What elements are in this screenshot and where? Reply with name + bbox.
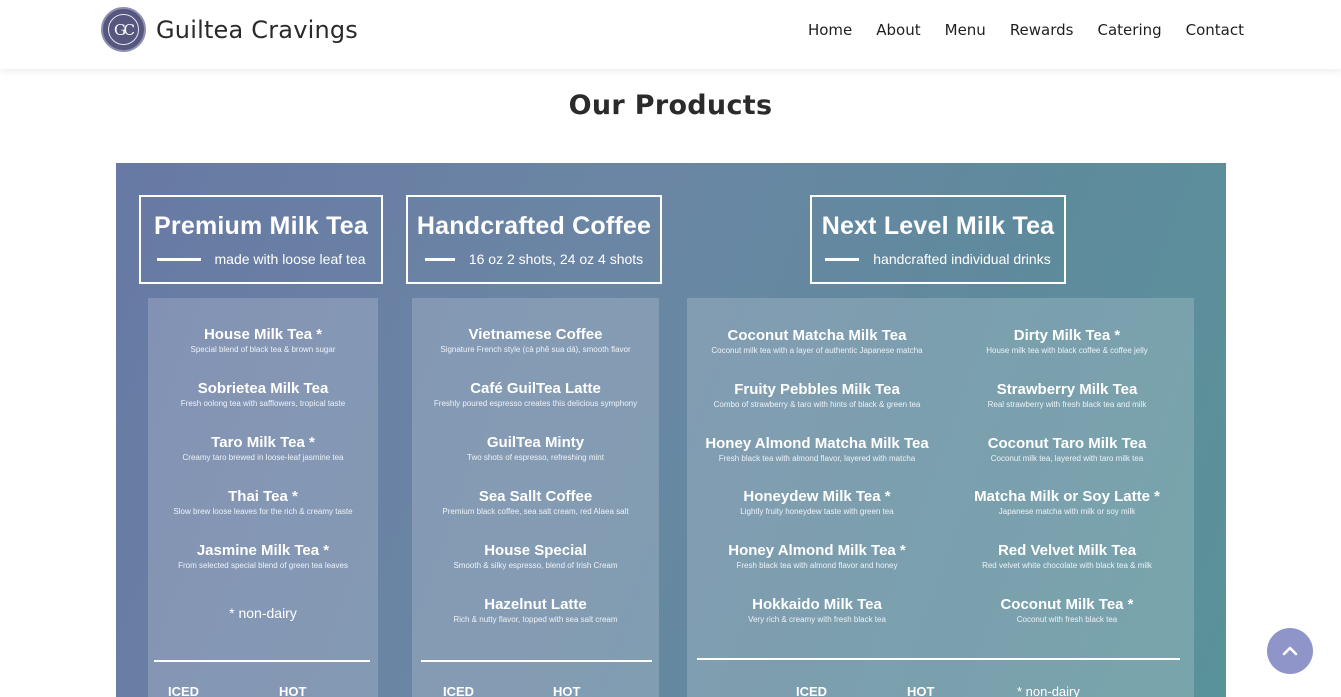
menu-item: House Special Smooth & silky espresso, bl…: [453, 542, 618, 570]
section-title: Premium Milk Tea: [154, 212, 368, 240]
divider: [697, 658, 1180, 660]
menu-item: Honey Almond Matcha Milk Tea Fresh black …: [705, 435, 929, 463]
non-dairy-note: * non-dairy: [229, 605, 297, 621]
size-label-iced: ICED: [796, 684, 828, 697]
menu-item: Hokkaido Milk Tea Very rich & creamy with…: [748, 596, 886, 624]
divider: [825, 257, 860, 261]
menu-item: Taro Milk Tea * Creamy taro brewed in loo…: [182, 434, 344, 462]
menu-board-image: Premium Milk Tea made with loose leaf te…: [116, 163, 1226, 697]
next-level-milk-tea-title-box: Next Level Milk Tea handcrafted individu…: [810, 195, 1066, 284]
section-title: Next Level Milk Tea: [821, 212, 1055, 240]
size-label-hot: HOT: [907, 684, 935, 697]
premium-milk-tea-panel: House Milk Tea * Special blend of black t…: [148, 298, 378, 697]
menu-item: Honeydew Milk Tea * Lightly fruity honeyd…: [740, 488, 894, 516]
size-label-iced: ICED: [443, 684, 475, 697]
divider: [424, 257, 455, 261]
next-level-right-column: Dirty Milk Tea * House milk tea with blac…: [942, 298, 1192, 624]
menu-item: Honey Almond Milk Tea * Fresh black tea w…: [728, 542, 906, 570]
brand-logo-icon[interactable]: G C: [101, 7, 146, 52]
menu-item: Hazelnut Latte Rich & nutty flavor, toppe…: [453, 596, 618, 624]
handcrafted-coffee-title-box: Handcrafted Coffee 16 oz 2 shots, 24 oz …: [406, 195, 662, 284]
scroll-to-top-button[interactable]: [1267, 628, 1313, 674]
divider: [421, 660, 652, 662]
menu-item: Dirty Milk Tea * House milk tea with blac…: [986, 327, 1148, 355]
navbar: G C Guiltea Cravings Home About Menu Rew…: [0, 0, 1341, 69]
menu-item: House Milk Tea * Special blend of black t…: [190, 326, 336, 354]
section-subtitle: 16 oz 2 shots, 24 oz 4 shots: [408, 251, 660, 267]
menu-item: Coconut Milk Tea * Coconut with fresh bla…: [1000, 596, 1134, 624]
chevron-up-icon: [1282, 646, 1298, 656]
brand[interactable]: G C Guiltea Cravings: [101, 7, 358, 52]
menu-item: Jasmine Milk Tea * From selected special …: [178, 542, 348, 570]
next-level-milk-tea-panel: Coconut Matcha Milk Tea Coconut milk tea …: [687, 298, 1194, 697]
nav-about[interactable]: About: [876, 21, 920, 39]
nav-home[interactable]: Home: [808, 21, 852, 39]
menu-item: Sobrietea Milk Tea Fresh oolong tea with …: [180, 380, 346, 408]
menu-item: Coconut Taro Milk Tea Coconut milk tea, l…: [987, 435, 1147, 463]
nav-menu[interactable]: Menu: [945, 21, 986, 39]
handcrafted-coffee-panel: Vietnamese Coffee Signature French style …: [412, 298, 659, 697]
nav-catering[interactable]: Catering: [1098, 21, 1162, 39]
size-label-hot: HOT: [553, 684, 581, 697]
menu-item: Strawberry Milk Tea Real strawberry with …: [987, 381, 1147, 409]
size-label-hot: HOT: [279, 684, 307, 697]
menu-item: Matcha Milk or Soy Latte * Japanese match…: [974, 488, 1160, 516]
page-title: Our Products: [568, 90, 773, 121]
menu-item: Café GuilTea Latte Freshly poured espress…: [433, 380, 638, 408]
menu-item: GuilTea Minty Two shots of espresso, refr…: [467, 434, 604, 462]
brand-name[interactable]: Guiltea Cravings: [156, 16, 358, 44]
section-subtitle: made with loose leaf tea: [141, 251, 381, 267]
menu-item: Red Velvet Milk Tea Red velvet white choc…: [982, 542, 1152, 570]
non-dairy-note: * non-dairy: [1017, 684, 1080, 697]
next-level-left-column: Coconut Matcha Milk Tea Coconut milk tea …: [687, 298, 947, 624]
menu-item: Coconut Matcha Milk Tea Coconut milk tea …: [711, 327, 923, 355]
divider: [154, 660, 370, 662]
section-title: Handcrafted Coffee: [416, 212, 652, 240]
menu-item: Fruity Pebbles Milk Tea Combo of strawber…: [713, 381, 921, 409]
menu-item: Vietnamese Coffee Signature French style …: [440, 326, 631, 354]
premium-milk-tea-title-box: Premium Milk Tea made with loose leaf te…: [139, 195, 383, 284]
menu-item: Thai Tea * Slow brew loose leaves for the…: [173, 488, 353, 516]
nav-rewards[interactable]: Rewards: [1010, 21, 1074, 39]
divider: [156, 257, 201, 261]
nav-contact[interactable]: Contact: [1186, 21, 1244, 39]
section-subtitle: handcrafted individual drinks: [812, 251, 1064, 267]
size-label-iced: ICED: [168, 684, 200, 697]
menu-item: Sea Sallt Coffee Premium black coffee, se…: [442, 488, 629, 516]
main-nav: Home About Menu Rewards Catering Contact: [808, 21, 1244, 39]
